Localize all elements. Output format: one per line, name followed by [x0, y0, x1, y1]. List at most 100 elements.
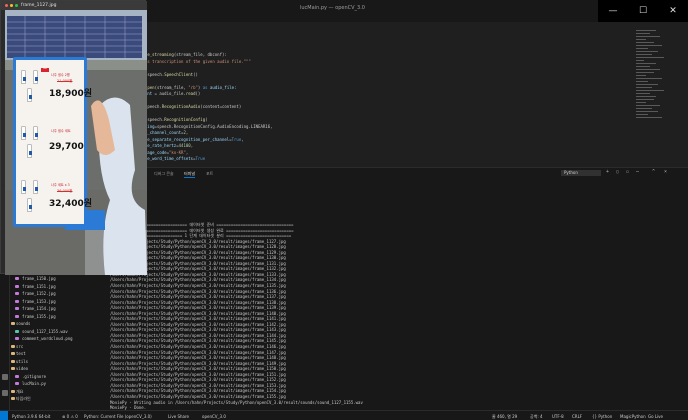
minimap-line [636, 117, 662, 118]
panel-tab[interactable]: 터미널 [184, 171, 196, 178]
explorer-folder[interactable]: 타임라인 [10, 395, 108, 403]
minimap-line [636, 63, 656, 64]
explorer-file[interactable]: sound_1127_1155.wav [10, 328, 108, 336]
code-editor[interactable]: pause()) close()def transcribe_streaming… [108, 22, 688, 167]
bottom-panel: 문제출력디버그 콘솔터미널포트 Python + ▯ ▫ ⋯ ^ × =====… [108, 167, 688, 420]
flyer-product: 나주 생수 세트 29,700 [19, 118, 87, 170]
code-token: , [241, 136, 244, 142]
explorer-file[interactable]: .gitignore [10, 373, 108, 381]
explorer-file[interactable]: frame_1150.jpg [10, 275, 108, 283]
minimize-button[interactable]: — [598, 0, 628, 22]
file-icon [15, 292, 19, 295]
split-icon[interactable]: ▯ [616, 170, 621, 175]
code-token: True [195, 156, 206, 161]
explorer-item-label: lucMain.py [22, 381, 47, 386]
code-line[interactable]: enable_word_time_offsets=True [116, 156, 586, 163]
status-item[interactable]: openCV_3.0 [202, 414, 226, 419]
file-icon [15, 307, 19, 310]
explorer-folder[interactable]: sounds [10, 320, 108, 328]
flyer-new-price: 18,900원 [49, 89, 93, 99]
bottle-image [21, 126, 26, 140]
explorer-item-label: sound_1127_1155.wav [22, 328, 68, 334]
explorer-sidebar: frame_1150.jpg frame_1151.jpg frame_1152.j… [10, 275, 108, 410]
explorer-item-label: frame_1154.jpg [22, 306, 56, 311]
zoom-dot-icon[interactable] [15, 4, 18, 7]
status-item[interactable]: Python 3.9.6 64-bit [12, 414, 50, 419]
explorer-item-label: frame_1150.jpg [22, 276, 56, 281]
status-item[interactable]: Live Share [168, 414, 189, 419]
folder-icon [11, 344, 15, 348]
minimap-line [636, 72, 654, 73]
close-dot-icon[interactable] [5, 4, 8, 7]
bottle-image [33, 180, 38, 194]
close-icon[interactable]: × [664, 170, 669, 175]
code-token: 44100 [178, 143, 191, 148]
status-item[interactable]: ⊗ 0 ⚠ 0 [62, 414, 78, 419]
terminal-select[interactable]: Python [561, 170, 601, 176]
flyer-product: 나주 세트 x 3 36,000원 32,400원 [19, 172, 92, 224]
minimap-line [636, 45, 662, 46]
explorer-item-label: 개요 [16, 388, 24, 394]
minimap-line [636, 30, 656, 31]
panel-tab[interactable]: 포트 [206, 171, 213, 177]
more-icon[interactable]: ⋯ [636, 170, 641, 175]
terminal-output[interactable]: ================================ 데이터셋 준비… [110, 222, 680, 420]
minimap-line [636, 108, 652, 109]
folder-icon [11, 397, 15, 400]
panel-tabs: 문제출력디버그 콘솔터미널포트 [108, 168, 688, 178]
status-item[interactable]: 공백: 4 [530, 414, 543, 420]
remote-indicator[interactable] [0, 411, 8, 420]
maximize-button[interactable]: ☐ [628, 0, 658, 22]
flyer-badge: Hot [41, 68, 49, 72]
code-token: as [202, 84, 210, 90]
code-area[interactable]: pause()) close()def transcribe_streaming… [116, 26, 586, 163]
file-icon [15, 374, 19, 378]
minimap-line [636, 102, 646, 103]
flyer-product-title: 나주 생수 세트 [51, 129, 71, 133]
close-button[interactable]: ✕ [658, 0, 688, 22]
viewer-title: frame_1127.jpg [1, 1, 147, 10]
bottle-image [21, 180, 26, 194]
status-item[interactable]: MagicPython [620, 414, 646, 419]
explorer-folder[interactable]: video [10, 365, 108, 373]
explorer-file[interactable]: frame_1153.jpg [10, 298, 108, 306]
minimap-line [636, 60, 644, 61]
panel-tab[interactable]: 디버그 콘솔 [154, 171, 174, 177]
price-flyer: Hot 나주 생수 2병 21,000원 18,900원 나주 생수 세트 29,700 나… [13, 57, 92, 227]
code-token: True [231, 136, 242, 142]
explorer-folder[interactable]: src [10, 343, 108, 351]
minimap-line [636, 78, 662, 79]
trash-icon[interactable]: ▫ [626, 170, 631, 175]
status-item[interactable]: 줄 460, 열 29 [492, 414, 517, 420]
code-token: () [195, 91, 201, 96]
account-icon[interactable] [2, 374, 8, 380]
explorer-file[interactable]: frame_1155.jpg [10, 313, 108, 321]
explorer-folder[interactable]: 개요 [10, 388, 108, 396]
status-item[interactable]: Python: Current File (openCV_3.0) [84, 414, 152, 419]
code-token: (content=content) [200, 104, 242, 109]
minimap[interactable] [636, 30, 666, 150]
gear-icon[interactable] [2, 390, 8, 396]
explorer-file[interactable]: frame_1154.jpg [10, 305, 108, 313]
explorer-file[interactable]: lucMain.py [10, 380, 108, 388]
explorer-file[interactable]: frame_1151.jpg [10, 283, 108, 291]
explorer-item-label: 타임라인 [16, 396, 31, 401]
plus-icon[interactable]: + [606, 170, 611, 175]
minimap-line [636, 105, 660, 106]
minimize-dot-icon[interactable] [10, 4, 13, 7]
explorer-folder[interactable]: utils [10, 358, 108, 366]
status-item[interactable]: {} Python [592, 414, 612, 419]
status-item[interactable]: Go Live [648, 414, 663, 419]
folder-icon [11, 322, 15, 325]
explorer-folder[interactable]: test [10, 350, 108, 358]
maximize-icon[interactable]: ^ [652, 170, 657, 175]
status-item[interactable]: UTF-8 [552, 414, 564, 419]
code-token: ( [205, 117, 208, 122]
folder-icon [11, 359, 15, 363]
status-item[interactable]: CRLF [572, 414, 582, 419]
explorer-file[interactable]: comment_wordcloud.png [10, 335, 108, 343]
image-viewer-window[interactable]: frame_1127.jpg Hot 나주 생수 2병 21,000원 18,900원… [0, 0, 147, 275]
explorer-file[interactable]: frame_1152.jpg [10, 290, 108, 298]
explorer-item-label: frame_1152.jpg [22, 291, 56, 296]
flyer-old-price: 36,000원 [57, 189, 73, 193]
